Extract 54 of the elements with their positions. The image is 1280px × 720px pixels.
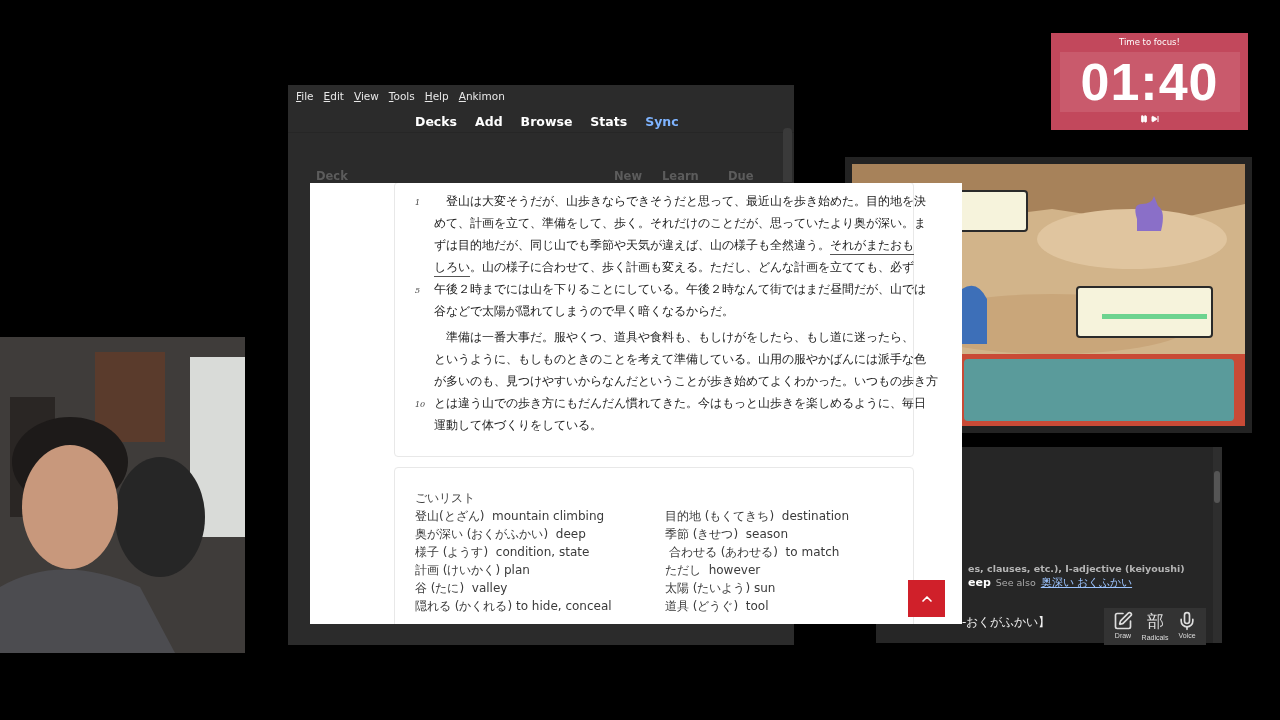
text-line: 午後２時までには山を下りることにしている。午後２時なんて街ではまだ昼間だが、山では [434,281,926,298]
line-number: 1 [415,197,422,207]
radical-glyph: 部 [1146,611,1164,633]
text-line: とは違う山での歩き方にもだんだん慣れてきた。今はもっと山歩きを楽しめるように、毎日 [434,395,926,412]
vocab-entry: 奥が深い (おくがふかい) deep [415,525,587,543]
definition-text: eep [968,576,991,589]
vocab-entry: 合わせる (あわせる) to match [667,543,841,561]
word-type-text: es, clauses, etc.), I-adjective (keiyoushi) [968,563,1186,576]
vocab-entry: ただし however [665,561,762,579]
vocab-entry: 太陽 (たいよう) sun [665,579,777,597]
menu-item[interactable]: File [296,90,314,102]
toolbar-link[interactable]: Browse [520,113,573,129]
timer-label: Time to focus! [1119,36,1180,49]
scrollbar-thumb[interactable] [1214,471,1220,503]
vocab-entry: 様子 (ようす) condition, state [415,543,591,561]
vocab-entry: 隠れる (かくれる) to hide, conceal [415,597,613,615]
vocab-entry: 登山(とざん) mountain climbing [415,507,606,525]
text-line: 谷などで太陽が隠れてしまうので早く暗くなるからだ。 [434,303,735,320]
vocab-entry: 道具 (どうぐ) tool [665,597,770,615]
line-number: 10 [415,399,427,409]
pencil-square-icon [1113,611,1133,631]
menu-item[interactable]: Help [424,90,449,102]
menu-item[interactable]: Edit [323,90,344,102]
text-line: ずは目的地だが、同じ山でも季節や天気が違えば、山の様子も全然違う。それがまたおも [434,237,914,255]
menu-item[interactable]: View [353,90,379,102]
reading-text: -おくがふかい】 [962,614,1051,631]
vocab-entry: 谷 (たに) valley [415,579,509,597]
menu-item[interactable]: Ankimon [458,90,505,102]
see-also-label: See also [995,577,1036,588]
text-line: というように、もしものときのことを考えて準備している。山用の服やかばんには派手な色 [434,351,926,368]
toolbar-link[interactable]: Stats [590,113,628,129]
vocab-entry: 目的地 (もくてきち) destination [665,507,851,525]
scroll-top-button[interactable] [908,580,945,617]
toolbar-link[interactable]: Sync [645,113,679,129]
text-line: 準備は一番大事だ。服やくつ、道具や食料も、もしけがをしたら、もし道に迷ったら、 [444,329,914,346]
line-number: 5 [415,285,422,295]
skip-button[interactable] [1151,115,1159,123]
vocab-entry: 季節 (きせつ) season [665,525,789,543]
microphone-icon [1177,611,1197,631]
text-line: 運動して体づくりをしている。 [434,417,603,434]
text-line: しろい。山の様子に合わせて、歩く計画も変える。ただし、どんな計画を立てても、必ず [434,259,914,277]
text-line: 登山は大変そうだが、山歩きならできそうだと思って、最近山を歩き始めた。目的地を決 [444,193,926,210]
text-line: めて、計画を立て、準備をして、歩く。それだけのことだが、思っていたより奥が深い。ま [434,215,926,232]
toolbar-link[interactable]: Add [475,113,503,129]
vocab-title: ごいリスト [415,490,476,507]
scrollbar[interactable] [1213,447,1222,643]
text-line: が多いのも、見つけやすいからなんだということが歩き始めてよくわかった。いつもの歩き方 [434,373,938,390]
toolbar-link[interactable]: Decks [415,113,458,129]
vocab-entry: 計画 (けいかく) plan [415,561,531,579]
menu-item[interactable]: Tools [388,90,415,102]
scrollbar[interactable] [783,128,792,182]
timer-time: 01:40 [1080,52,1219,112]
see-also-link[interactable]: 奥深い おくふかい [1040,576,1133,590]
pause-button[interactable] [1140,115,1148,123]
